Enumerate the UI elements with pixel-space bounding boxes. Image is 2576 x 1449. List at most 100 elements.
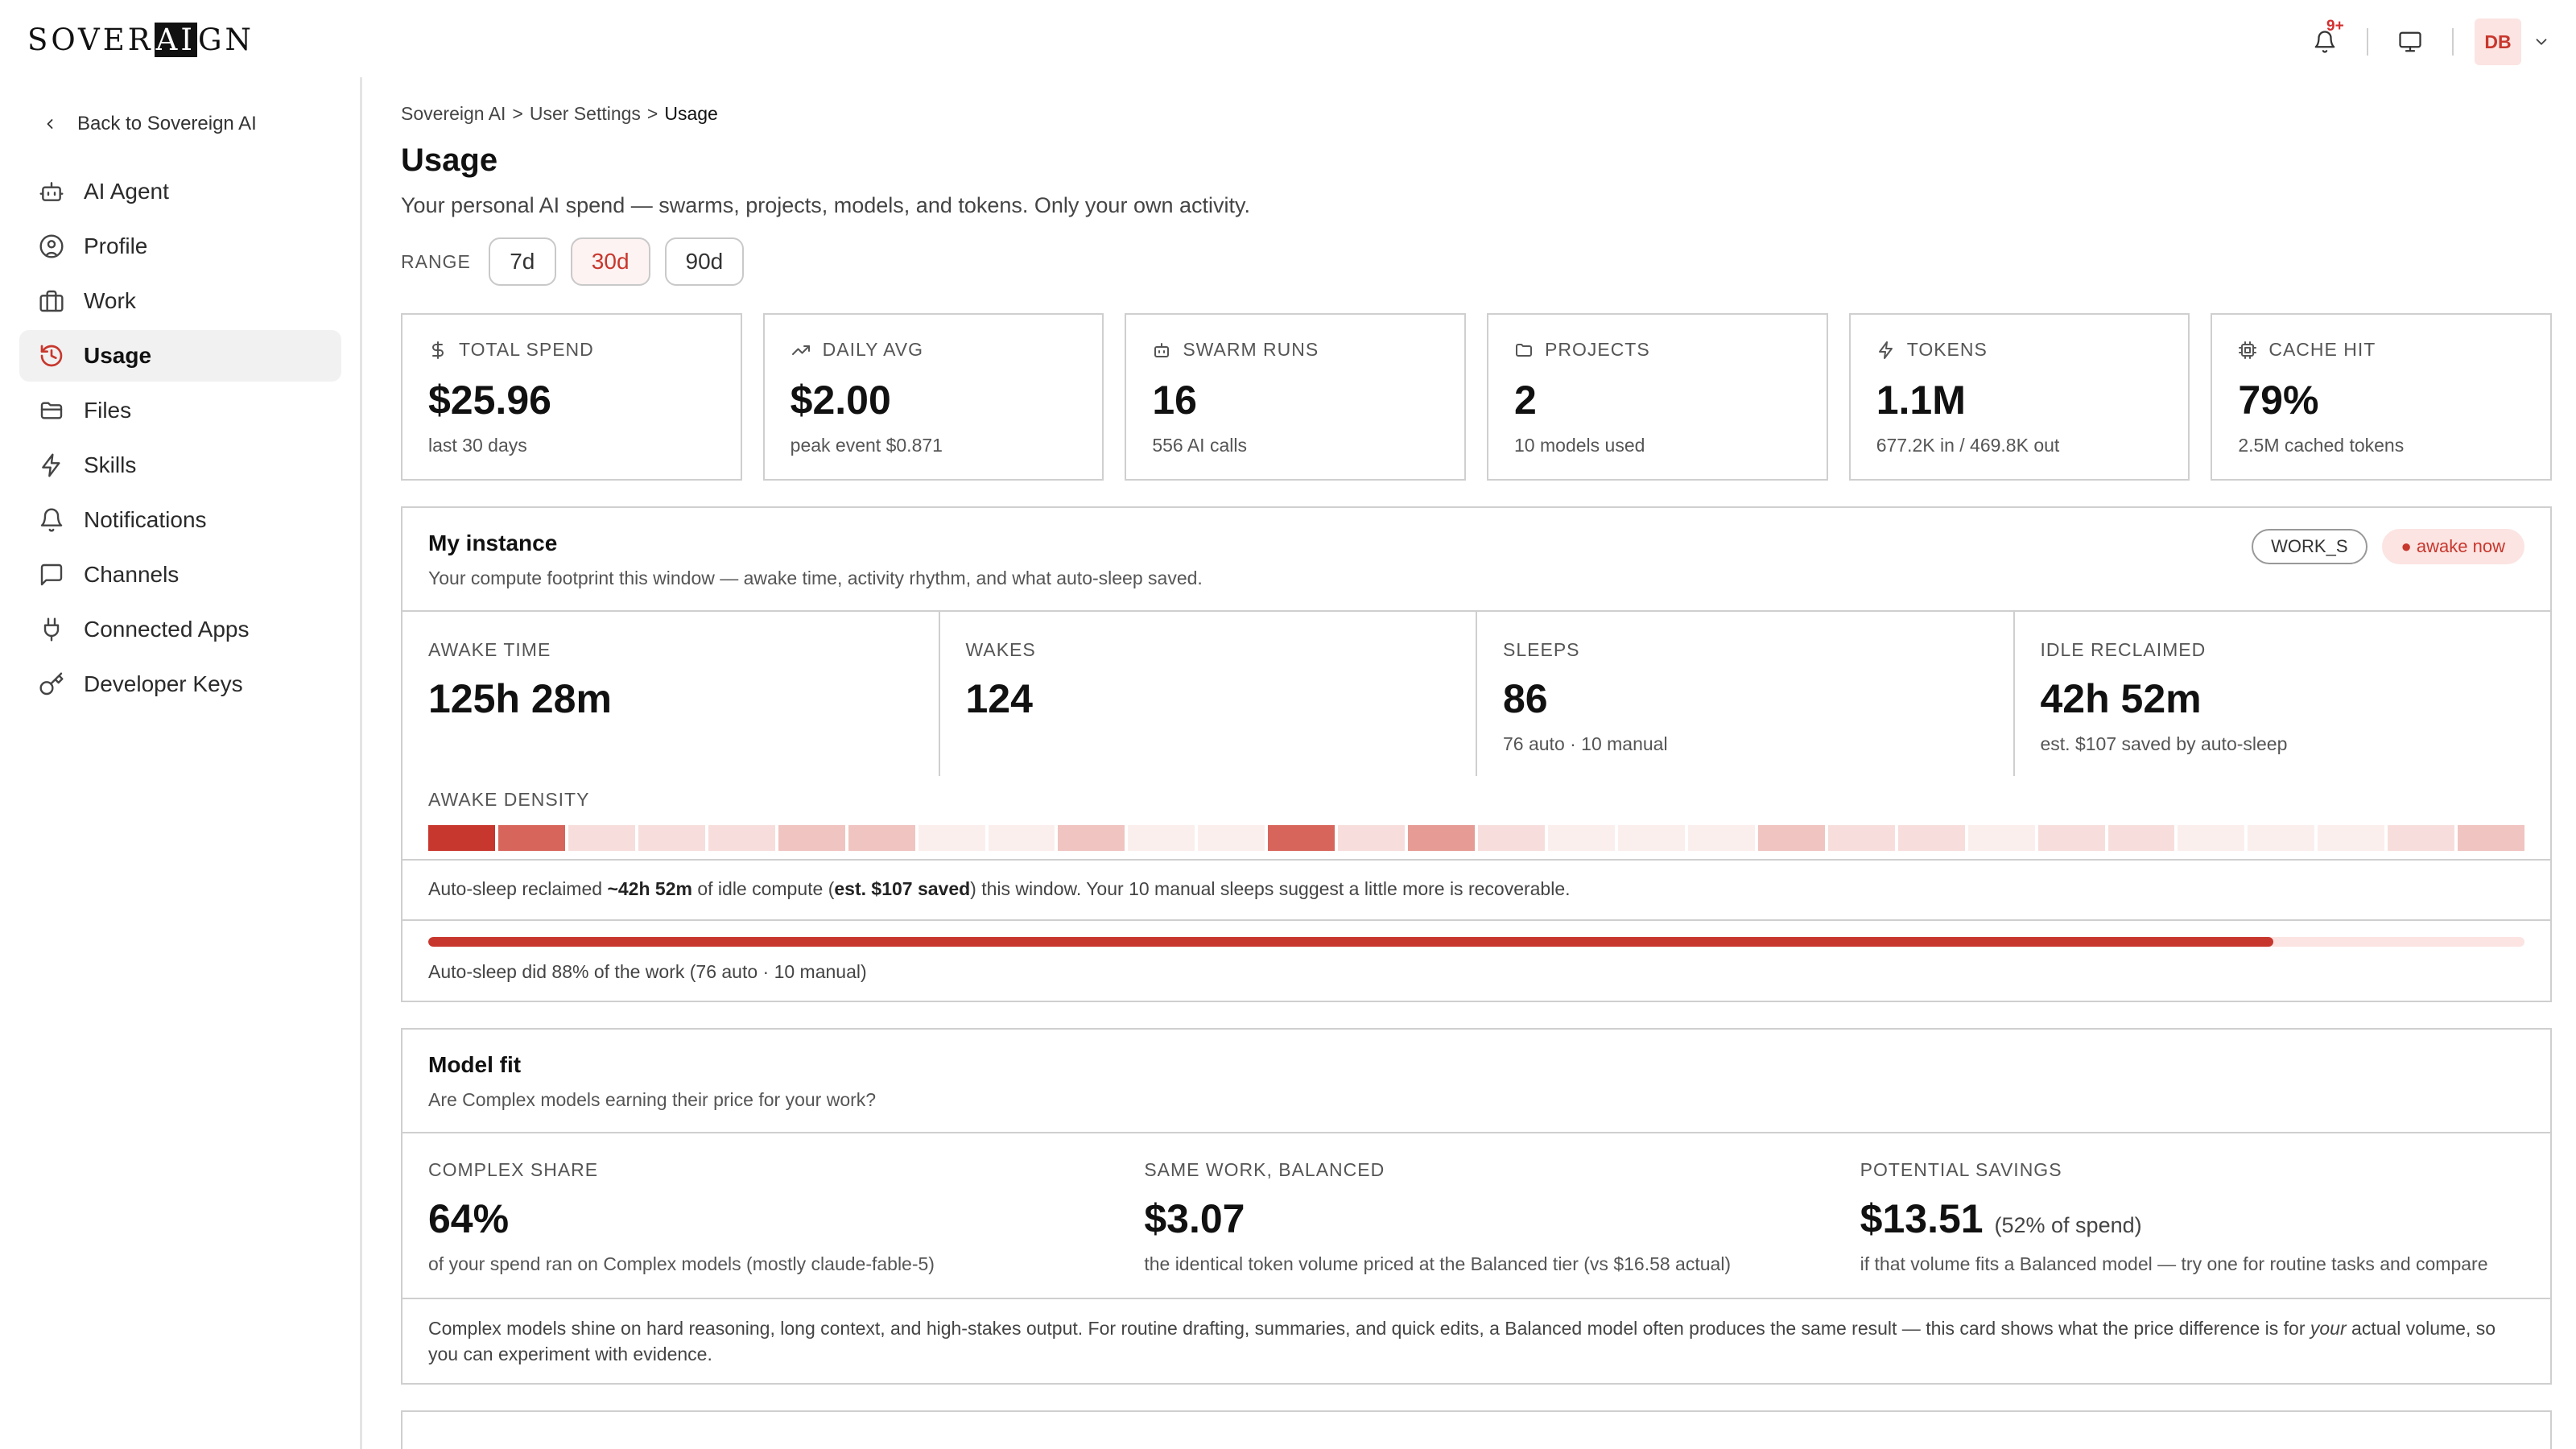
sidebar-item-label: Profile — [84, 233, 148, 258]
chevron-left-icon — [47, 119, 53, 129]
stat-label: SWARM RUNS — [1183, 339, 1319, 360]
reclaim-note: Auto-sleep reclaimed ~42h 52m of idle co… — [402, 859, 2550, 919]
header-divider — [2452, 28, 2454, 56]
stat-tokens: TOKENS 1.1M 677.2K in / 469.8K out — [1848, 313, 2190, 481]
range-7d-button[interactable]: 7d — [488, 237, 556, 286]
stat-label: TOKENS — [1906, 339, 1988, 360]
range-90d-button[interactable]: 90d — [664, 237, 745, 286]
breadcrumb-sovereign-ai[interactable]: Sovereign AI — [401, 103, 506, 125]
notifications-button[interactable]: 9+ — [2304, 18, 2346, 63]
sidebar-item-ai-agent[interactable]: AI Agent — [19, 166, 341, 217]
density-cell — [2458, 825, 2525, 851]
density-cell — [1967, 825, 2035, 851]
range-30d-button[interactable]: 30d — [570, 237, 650, 286]
sidebar-item-files[interactable]: Files — [19, 385, 341, 436]
instance-metrics: AWAKE TIME 125h 28m WAKES 124 SLEEPS 86 … — [402, 610, 2550, 776]
metric-value: 42h 52m — [2040, 676, 2202, 721]
logo-text-pre: SOVER — [27, 22, 154, 57]
auto-sleep-progress-track — [428, 937, 2524, 947]
logo-text-post: GN — [197, 22, 254, 57]
metric-complex-share: COMPLEX SHARE 64% of your spend ran on C… — [402, 1133, 1118, 1298]
back-to-sovereign-link[interactable]: Back to Sovereign AI — [42, 113, 257, 135]
reclaim-note-duration: ~42h 52m — [607, 878, 692, 899]
sovereign-logo[interactable]: SOVER AI GN — [27, 21, 254, 58]
density-cell — [2248, 825, 2315, 851]
robot-icon — [39, 182, 64, 201]
metric-idle-reclaimed: IDLE RECLAIMED 42h 52m est. $107 saved b… — [2015, 612, 2551, 776]
metric-label: WAKES — [965, 639, 1036, 660]
stat-value: 1.1M — [1876, 378, 1966, 423]
metric-label: IDLE RECLAIMED — [2040, 639, 2207, 660]
header-actions: 9+ DB — [2304, 18, 2550, 66]
top-bar: SOVER AI GN 9+ DB — [0, 0, 2576, 77]
density-cell — [1408, 825, 1476, 851]
metric-value: 86 — [1503, 676, 1548, 721]
metric-label: POTENTIAL SAVINGS — [1860, 1159, 2062, 1180]
sidebar-item-usage[interactable]: Usage — [19, 330, 341, 382]
metric-value: 124 — [965, 676, 1033, 721]
plug-icon — [43, 617, 60, 642]
stat-label: PROJECTS — [1545, 339, 1650, 360]
display-button[interactable] — [2389, 21, 2431, 63]
density-cell — [1897, 825, 1965, 851]
metric-value: 64% — [428, 1196, 510, 1241]
stat-label: DAILY AVG — [822, 339, 924, 360]
metric-label: AWAKE TIME — [428, 639, 551, 660]
stat-daily-avg: DAILY AVG $2.00 peak event $0.871 — [762, 313, 1104, 481]
settings-sidebar: Back to Sovereign AI AI Agent Profile Wo… — [0, 77, 362, 1449]
sidebar-item-skills[interactable]: Skills — [19, 440, 341, 491]
sidebar-item-developer-keys[interactable]: Developer Keys — [19, 658, 341, 710]
sidebar-item-label: Channels — [84, 562, 180, 587]
density-cell — [1268, 825, 1335, 851]
metric-awake-time: AWAKE TIME 125h 28m — [402, 612, 940, 776]
metric-note: est. $107 saved by auto-sleep — [2040, 733, 2288, 754]
density-cell — [2178, 825, 2245, 851]
density-cell — [778, 825, 845, 851]
sidebar-item-label: Usage — [84, 343, 152, 368]
account-menu-toggle[interactable] — [2533, 33, 2550, 51]
density-cell — [988, 825, 1055, 851]
awake-density-strip — [428, 825, 2525, 851]
breadcrumb-separator: > — [646, 103, 658, 124]
density-cell — [497, 825, 565, 851]
chevron-down-icon — [2536, 39, 2547, 45]
breadcrumb-separator: > — [512, 103, 523, 124]
sidebar-item-label: AI Agent — [84, 179, 169, 204]
sidebar-item-label: Work — [84, 288, 136, 313]
breadcrumb: Sovereign AI > User Settings > Usage — [401, 103, 2552, 125]
sidebar-item-work[interactable]: Work — [19, 275, 341, 327]
stat-value: 79% — [2238, 378, 2319, 423]
breadcrumb-user-settings[interactable]: User Settings — [530, 103, 641, 125]
metric-note: of your spend ran on Complex models (mos… — [428, 1253, 935, 1274]
stat-swarm-runs: SWARM RUNS 16 556 AI calls — [1125, 313, 1467, 481]
model-fit-metrics: COMPLEX SHARE 64% of your spend ran on C… — [402, 1132, 2550, 1298]
sidebar-item-channels[interactable]: Channels — [19, 549, 341, 601]
user-avatar[interactable]: DB — [2475, 19, 2521, 65]
density-cell — [848, 825, 915, 851]
awake-density-label: AWAKE DENSITY — [428, 789, 590, 810]
summary-stats: TOTAL SPEND $25.96 last 30 days DAILY AV… — [401, 313, 2553, 481]
bolt-icon — [1878, 341, 1893, 359]
sidebar-item-connected-apps[interactable]: Connected Apps — [19, 604, 341, 655]
metric-sleeps: SLEEPS 86 76 auto · 10 manual — [1477, 612, 2015, 776]
density-cell — [918, 825, 985, 851]
page-title: Usage — [401, 142, 498, 178]
metric-potential-savings: POTENTIAL SAVINGS $13.51 (52% of spend) … — [1835, 1133, 2550, 1298]
metric-note: the identical token volume priced at the… — [1144, 1253, 1732, 1274]
stat-note: last 30 days — [428, 435, 527, 456]
density-cell — [1827, 825, 1895, 851]
briefcase-icon — [39, 290, 64, 312]
notification-count-badge: 9+ — [2326, 18, 2344, 35]
stat-cache-hit: CACHE HIT 79% 2.5M cached tokens — [2211, 313, 2553, 481]
metric-value-row: $13.51 (52% of spend) — [1860, 1195, 2524, 1242]
sidebar-item-notifications[interactable]: Notifications — [19, 494, 341, 546]
folder-icon — [1516, 343, 1533, 357]
stat-value: $2.00 — [790, 378, 891, 423]
metric-note: if that volume fits a Balanced model — t… — [1860, 1253, 2488, 1274]
density-cell — [1338, 825, 1406, 851]
metric-value: $3.07 — [1144, 1196, 1245, 1241]
auto-sleep-progress: Auto-sleep did 88% of the work (76 auto … — [402, 919, 2550, 1001]
sidebar-item-profile[interactable]: Profile — [19, 221, 341, 272]
density-cell — [2318, 825, 2385, 851]
chat-icon — [40, 564, 63, 586]
